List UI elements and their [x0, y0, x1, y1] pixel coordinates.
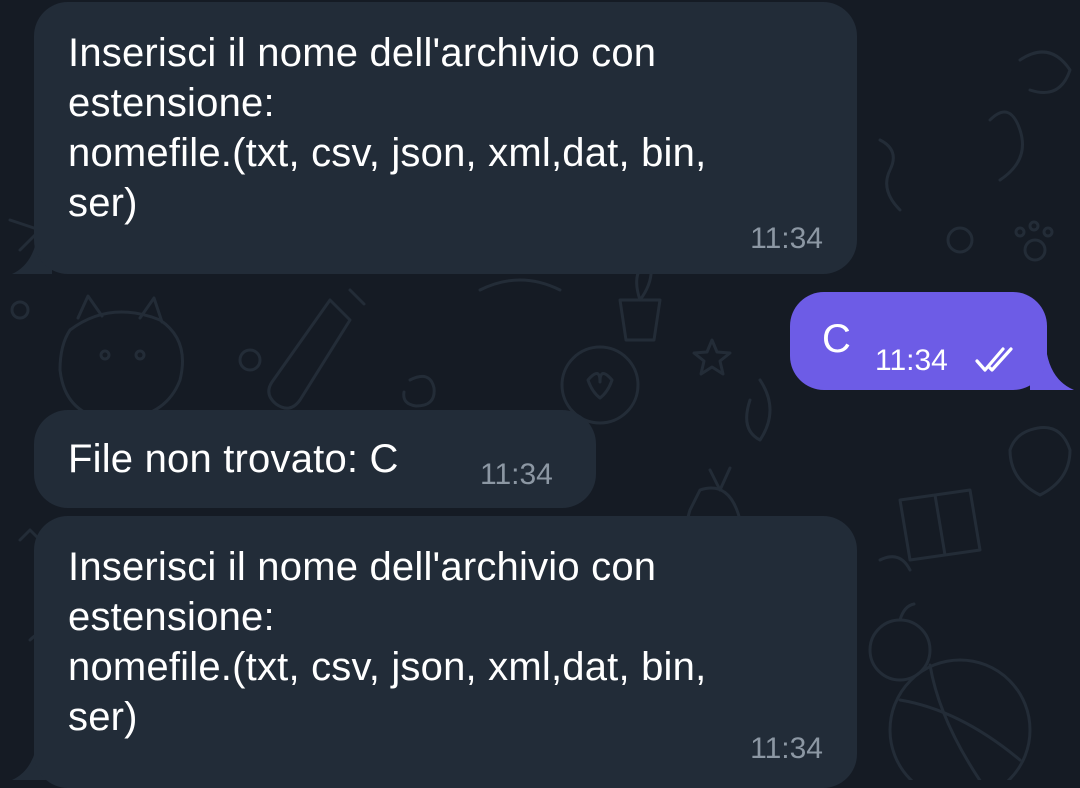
incoming-message-bubble[interactable]: Inserisci il nome dell'archivio con este… — [34, 516, 857, 788]
message-time: 11:34 — [875, 344, 948, 377]
double-check-icon — [975, 347, 1013, 372]
message-text: File non trovato: C — [68, 437, 399, 481]
chat-history: Inserisci il nome dell'archivio con este… — [0, 0, 1080, 788]
message-text: C — [822, 317, 852, 361]
message-text: Inserisci il nome dell'archivio con este… — [68, 31, 707, 225]
message-time: 11:34 — [750, 222, 823, 255]
message-time: 11:34 — [480, 458, 553, 491]
incoming-message-bubble[interactable]: File non trovato: C 11:34 — [34, 410, 596, 508]
message-text: Inserisci il nome dell'archivio con este… — [68, 545, 707, 739]
outgoing-message-bubble[interactable]: C 11:34 — [790, 292, 1047, 390]
incoming-message-bubble[interactable]: Inserisci il nome dell'archivio con este… — [34, 2, 857, 274]
message-time: 11:34 — [750, 732, 823, 765]
